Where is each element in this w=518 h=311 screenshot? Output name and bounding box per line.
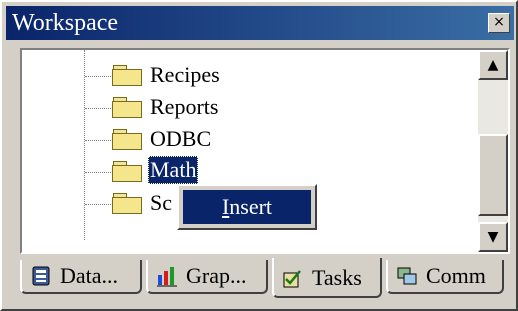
tree-connector-line bbox=[84, 50, 85, 240]
insert-rest: nsert bbox=[229, 194, 273, 219]
database-icon bbox=[32, 266, 50, 286]
folder-icon bbox=[112, 97, 142, 118]
tab-data-label: Data... bbox=[60, 263, 119, 288]
window-title: Workspace bbox=[12, 10, 119, 36]
folder-icon bbox=[112, 65, 142, 86]
tab-tasks[interactable]: Tasks bbox=[272, 258, 382, 298]
tab-graphs-label: Grap... bbox=[186, 263, 247, 288]
tab-tasks-label: Tasks bbox=[312, 265, 362, 290]
scroll-thumb[interactable] bbox=[478, 134, 508, 216]
workspace-window: Workspace × Recipes Reports ODBC Math Sc bbox=[0, 0, 518, 311]
arrow-down-icon: ▼ bbox=[487, 229, 499, 245]
comm-icon bbox=[397, 267, 417, 285]
tab-comm-label: Comm bbox=[426, 263, 486, 288]
close-button[interactable]: × bbox=[488, 13, 510, 33]
close-icon: × bbox=[493, 14, 505, 30]
workspace-tabs: Data... Grap... Tasks Comm bbox=[20, 258, 510, 300]
tab-graphs[interactable]: Grap... bbox=[146, 260, 268, 294]
tree-connector bbox=[85, 204, 113, 205]
tree-item-math[interactable]: Math bbox=[148, 156, 199, 184]
tree-connector bbox=[85, 76, 113, 77]
folder-icon bbox=[112, 129, 142, 150]
tree-item-sc[interactable]: Sc bbox=[150, 190, 172, 216]
scroll-down-button[interactable]: ▼ bbox=[478, 222, 508, 252]
tree-item-reports[interactable]: Reports bbox=[150, 94, 218, 120]
tree-connector bbox=[85, 140, 113, 141]
tree-item-odbc[interactable]: ODBC bbox=[150, 126, 211, 152]
tree-item-recipes[interactable]: Recipes bbox=[150, 62, 220, 88]
tasks-icon bbox=[283, 270, 301, 288]
folder-icon bbox=[112, 193, 142, 214]
tree-connector bbox=[85, 108, 113, 109]
context-menu: Insert bbox=[177, 184, 317, 230]
graph-icon bbox=[157, 267, 177, 287]
title-bar[interactable]: Workspace × bbox=[6, 6, 514, 40]
tab-comm[interactable]: Comm bbox=[386, 260, 504, 294]
tree-connector bbox=[85, 172, 113, 173]
tab-data[interactable]: Data... bbox=[20, 260, 142, 294]
arrow-up-icon: ▲ bbox=[487, 57, 499, 73]
menu-item-insert[interactable]: Insert bbox=[183, 190, 311, 224]
vertical-scrollbar[interactable]: ▲ ▼ bbox=[478, 50, 508, 252]
scroll-up-button[interactable]: ▲ bbox=[478, 50, 508, 80]
folder-icon bbox=[112, 161, 142, 182]
